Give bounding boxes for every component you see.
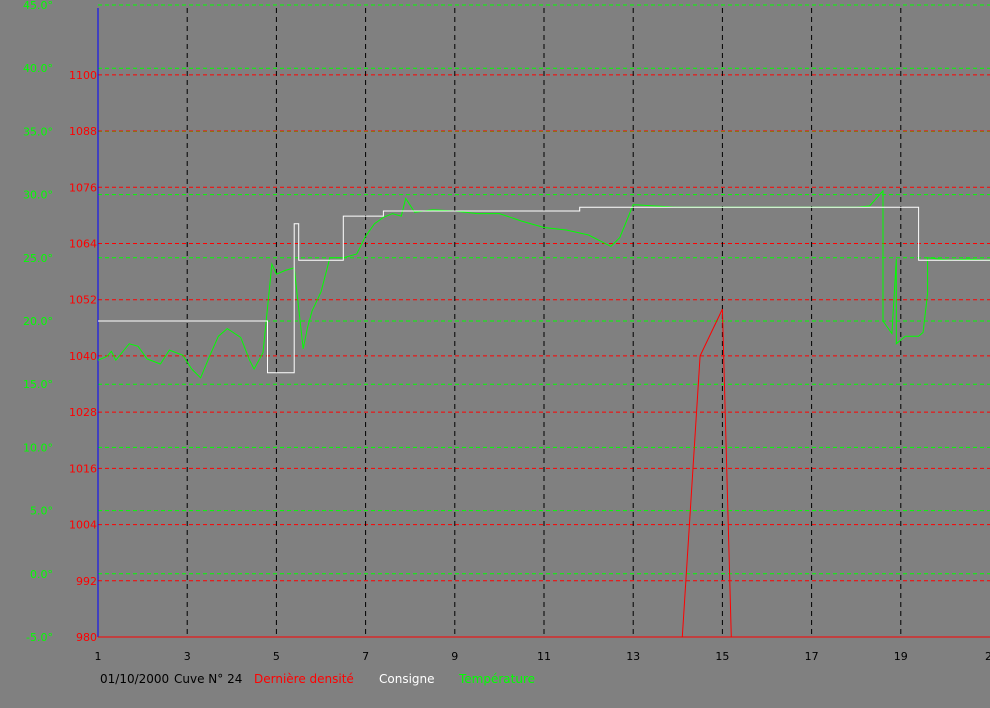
- caption-tank: Cuve N° 24: [174, 672, 242, 686]
- density-tick-label: 1016: [69, 462, 97, 475]
- chart-background: [0, 0, 990, 708]
- x-tick-label: 19: [894, 650, 908, 663]
- temperature-tick-label: 40.0°: [23, 62, 53, 75]
- density-tick-label: 1100: [69, 69, 97, 82]
- density-tick-label: 1004: [69, 519, 97, 532]
- x-tick-label: 11: [537, 650, 551, 663]
- temperature-tick-label: 10.0°: [23, 441, 53, 454]
- temperature-tick-label: -5.0°: [26, 631, 53, 644]
- density-tick-label: 1028: [69, 406, 97, 419]
- density-tick-label: 1088: [69, 125, 97, 138]
- density-tick-label: 1076: [69, 181, 97, 194]
- x-tick-label: 3: [184, 650, 191, 663]
- x-tick-label: 13: [626, 650, 640, 663]
- caption-date: 01/10/2000: [100, 672, 169, 686]
- x-tick-label: 7: [362, 650, 369, 663]
- temperature-tick-label: 45.0°: [23, 0, 53, 12]
- x-tick-label: 15: [715, 650, 729, 663]
- temperature-tick-label: 20.0°: [23, 315, 53, 328]
- temperature-tick-label: 0.0°: [30, 568, 53, 581]
- density-tick-label: 980: [76, 631, 97, 644]
- temperature-tick-label: 25.0°: [23, 252, 53, 265]
- density-tick-label: 1052: [69, 294, 97, 307]
- temperature-tick-label: 15.0°: [23, 378, 53, 391]
- x-tick-label: 2: [985, 650, 990, 663]
- density-tick-label: 1064: [69, 237, 97, 250]
- temperature-tick-label: 35.0°: [23, 125, 53, 138]
- legend-temperature: Température: [458, 672, 535, 686]
- x-tick-label: 1: [95, 650, 102, 663]
- legend-setpoint: Consigne: [379, 672, 435, 686]
- density-tick-label: 1040: [69, 350, 97, 363]
- legend: 01/10/2000 Cuve N° 24 Dernière densité C…: [100, 672, 535, 686]
- x-tick-label: 17: [805, 650, 819, 663]
- x-tick-label: 9: [451, 650, 458, 663]
- chart-canvas: -5.0°0.0°5.0°10.0°15.0°20.0°25.0°30.0°35…: [0, 0, 990, 708]
- x-tick-label: 5: [273, 650, 280, 663]
- legend-density: Dernière densité: [254, 672, 354, 686]
- temperature-tick-label: 5.0°: [30, 505, 53, 518]
- temperature-tick-label: 30.0°: [23, 189, 53, 202]
- density-tick-label: 992: [76, 575, 97, 588]
